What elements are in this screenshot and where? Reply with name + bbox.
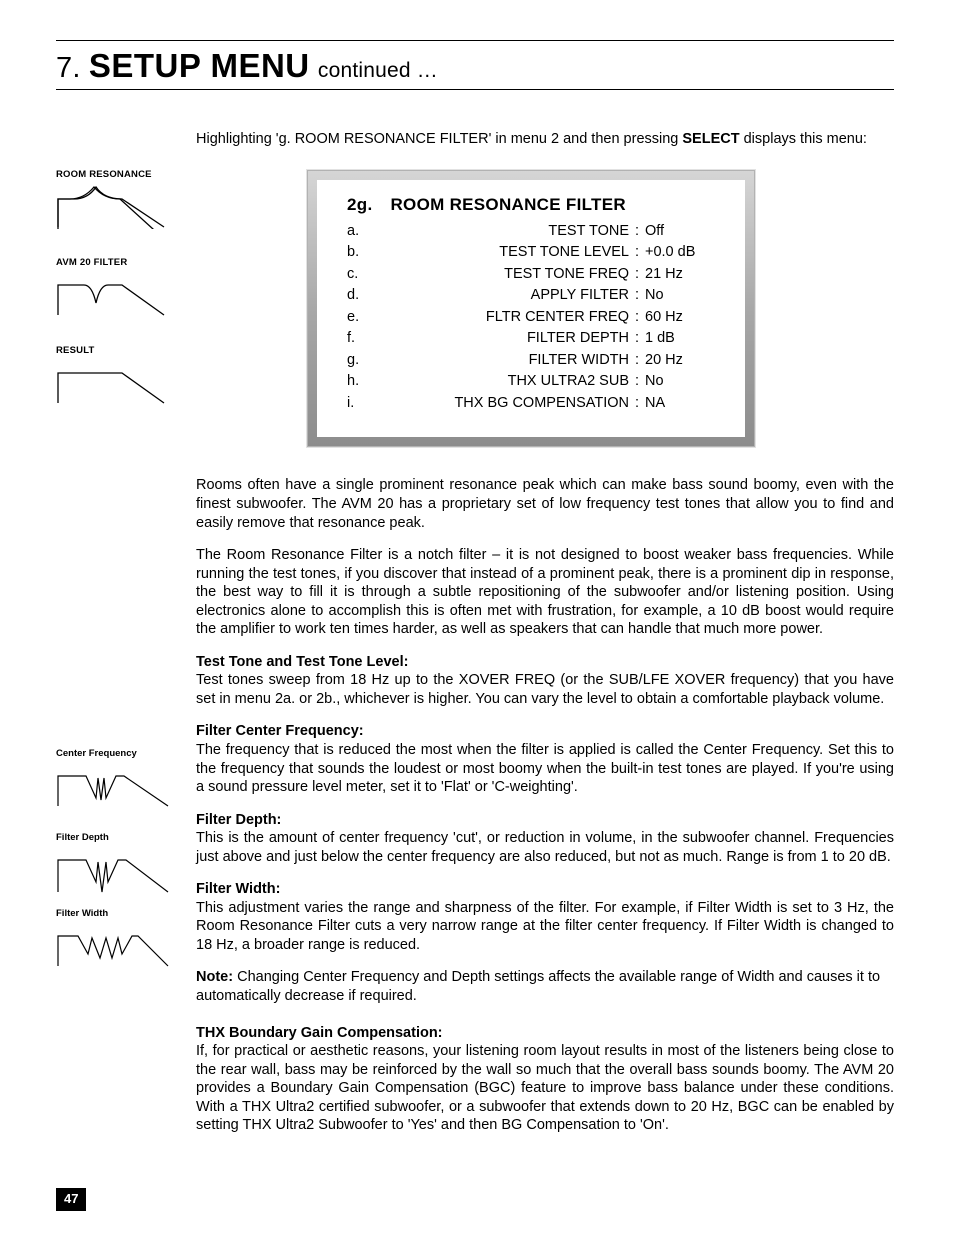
side-filter-depth: Filter Depth — [56, 832, 186, 896]
p-test-tone: Test tones sweep from 18 Hz up to the XO… — [196, 672, 894, 707]
chapter-continued: continued … — [318, 59, 438, 82]
p-center-freq: The frequency that is reduced the most w… — [196, 742, 894, 795]
body-p2: The Room Resonance Filter is a notch fil… — [196, 546, 894, 639]
note-text: Changing Center Frequency and Depth sett… — [196, 969, 880, 1004]
p-filter-depth: This is the amount of center frequency '… — [196, 830, 894, 865]
body-p1: Rooms often have a single prominent reso… — [196, 476, 894, 532]
p-thx-bgc: If, for practical or aesthetic reasons, … — [196, 1043, 894, 1133]
menu-row: g.FILTER WIDTH:20 Hz — [347, 351, 715, 370]
menu-row: a.TEST TONE:Off — [347, 222, 715, 241]
side-filter-width: Filter Width — [56, 908, 186, 968]
room-resonance-icon — [56, 185, 166, 229]
h-center-freq: Filter Center Frequency: — [196, 723, 364, 739]
p-filter-width: This adjustment varies the range and sha… — [196, 900, 894, 953]
mini-avm20-label: AVM 20 FILTER — [56, 257, 186, 269]
chapter-number: 7. — [56, 52, 81, 84]
h-filter-width: Filter Width: — [196, 881, 280, 897]
chapter-title: SETUP MENU — [89, 47, 310, 84]
center-freq-icon — [56, 764, 176, 808]
filter-width-icon — [56, 924, 176, 968]
menu-panel: 2g. ROOM RESONANCE FILTER a.TEST TONE:Off… — [306, 169, 756, 449]
h-thx-bgc: THX Boundary Gain Compensation: — [196, 1025, 443, 1041]
menu-row: i.THX BG COMPENSATION:NA — [347, 394, 715, 413]
intro-text: Highlighting 'g. ROOM RESONANCE FILTER' … — [196, 130, 894, 149]
side-center-freq: Center Frequency — [56, 748, 186, 808]
page-number: 47 — [56, 1188, 86, 1211]
select-keyword: SELECT — [682, 131, 739, 147]
menu-row: h.THX ULTRA2 SUB:No — [347, 372, 715, 391]
filter-depth-icon — [56, 848, 176, 896]
panel-title: ROOM RESONANCE FILTER — [390, 195, 625, 214]
note-box: Note: Changing Center Frequency and Dept… — [196, 968, 894, 1005]
menu-row: d.APPLY FILTER:No — [347, 286, 715, 305]
avm20-filter-icon — [56, 273, 166, 317]
h-filter-depth: Filter Depth: — [196, 812, 281, 828]
menu-row: e.FLTR CENTER FREQ:60 Hz — [347, 308, 715, 327]
menu-row: c.TEST TONE FREQ:21 Hz — [347, 265, 715, 284]
left-mini-graphs: ROOM RESONANCE AVM 20 FILTER RESULT — [56, 169, 186, 449]
mini-result-label: RESULT — [56, 345, 186, 357]
result-icon — [56, 361, 166, 405]
h-test-tone: Test Tone and Test Tone Level: — [196, 654, 408, 670]
mini-room-resonance-label: ROOM RESONANCE — [56, 169, 186, 181]
section-heading: 7. SETUP MENU continued … — [56, 45, 894, 87]
menu-row: f.FILTER DEPTH:1 dB — [347, 329, 715, 348]
menu-row: b.TEST TONE LEVEL:+0.0 dB — [347, 243, 715, 262]
panel-number: 2g. — [347, 195, 372, 214]
note-label: Note: — [196, 969, 233, 985]
